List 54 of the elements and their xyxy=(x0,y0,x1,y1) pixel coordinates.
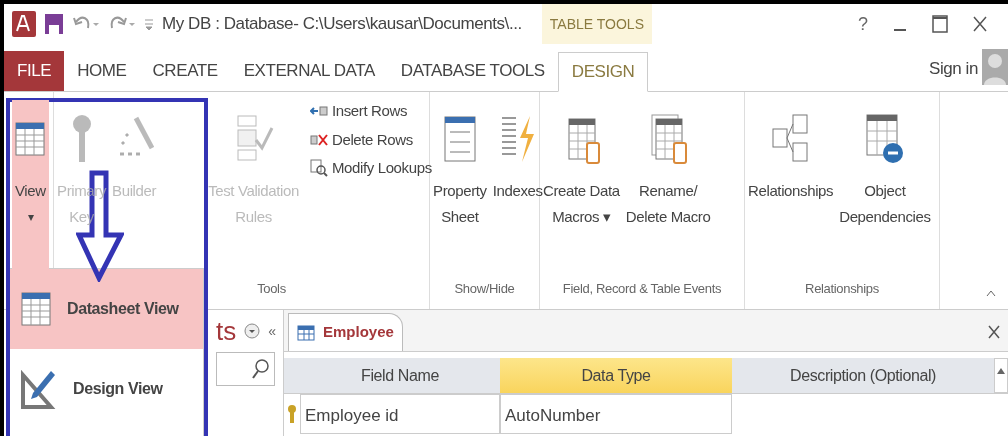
column-header[interactable]: Description (Optional) xyxy=(732,358,994,393)
ribbon-tab[interactable]: DESIGN xyxy=(557,52,649,92)
table-icon xyxy=(297,324,315,341)
context-tab-label: TABLE TOOLS xyxy=(541,4,652,44)
ribbon-button[interactable]: Rename/ Delete Macro xyxy=(622,100,714,270)
ribbon-tab[interactable]: DATABASE TOOLS xyxy=(387,51,558,91)
group-label: Show/Hide xyxy=(454,280,515,298)
key-icon xyxy=(70,114,93,164)
relationships-icon xyxy=(770,113,811,165)
customize-toolbar-icon[interactable] xyxy=(144,17,154,31)
close-icon[interactable] xyxy=(988,325,1000,339)
group-label: Tools xyxy=(257,280,286,298)
table-icon xyxy=(15,122,46,156)
group-label: Field, Record & Table Events xyxy=(562,280,722,298)
ribbon-small-button[interactable]: Modify Lookups xyxy=(309,157,432,180)
maximize-icon[interactable] xyxy=(932,15,948,33)
help-button[interactable]: ? xyxy=(850,10,876,38)
ribbon-button[interactable]: Object Dependencies xyxy=(836,100,934,270)
close-icon[interactable] xyxy=(972,15,988,33)
lookup-icon xyxy=(309,159,328,178)
pane-title: ts xyxy=(216,314,237,348)
indexes-icon xyxy=(499,114,536,164)
scroll-up-icon[interactable] xyxy=(996,367,1006,375)
dependencies-icon xyxy=(864,113,905,165)
window-title: My DB : Database- C:\Users\kausar\Documents\... xyxy=(162,13,522,36)
ribbon-tab[interactable]: EXTERNAL DATA xyxy=(230,51,388,91)
save-icon[interactable] xyxy=(44,13,64,35)
ribbon-button[interactable]: Relationships xyxy=(745,100,837,270)
ruler-pencil-icon xyxy=(21,369,57,409)
table-icon xyxy=(21,292,51,326)
document-tab-label: Employee xyxy=(323,322,394,343)
ribbon-small-button[interactable]: Delete Rows xyxy=(309,128,432,151)
pane-menu-icon[interactable] xyxy=(244,323,261,339)
ribbon-button[interactable]: View ▾ xyxy=(12,100,49,270)
menu-item[interactable]: Datasheet View xyxy=(9,269,203,349)
ribbon-tab[interactable]: CREATE xyxy=(139,51,231,91)
table-cell: AutoNumber xyxy=(500,394,732,434)
ribbon-tab[interactable]: HOME xyxy=(64,51,140,91)
avatar-icon xyxy=(982,49,1008,85)
ribbon-small-button[interactable]: Insert Rows xyxy=(309,100,432,123)
search-icon xyxy=(252,359,270,379)
ribbon-tab[interactable]: FILE xyxy=(4,51,65,91)
search-field[interactable] xyxy=(216,352,275,386)
group-label: Relationships xyxy=(805,280,879,298)
table-cell: Employee id xyxy=(300,394,500,434)
sign-in-link[interactable]: Sign in xyxy=(929,55,978,81)
property-sheet-icon xyxy=(443,116,476,162)
collapse-ribbon-icon[interactable] xyxy=(986,289,996,297)
app-logo-icon xyxy=(12,11,36,37)
collapse-pane-button[interactable]: « xyxy=(268,320,277,342)
document-tab[interactable]: Employee xyxy=(288,313,403,351)
column-header[interactable]: Data Type xyxy=(500,358,732,393)
column-header[interactable]: Field Name xyxy=(300,358,500,393)
macro-table-icon xyxy=(648,113,689,165)
